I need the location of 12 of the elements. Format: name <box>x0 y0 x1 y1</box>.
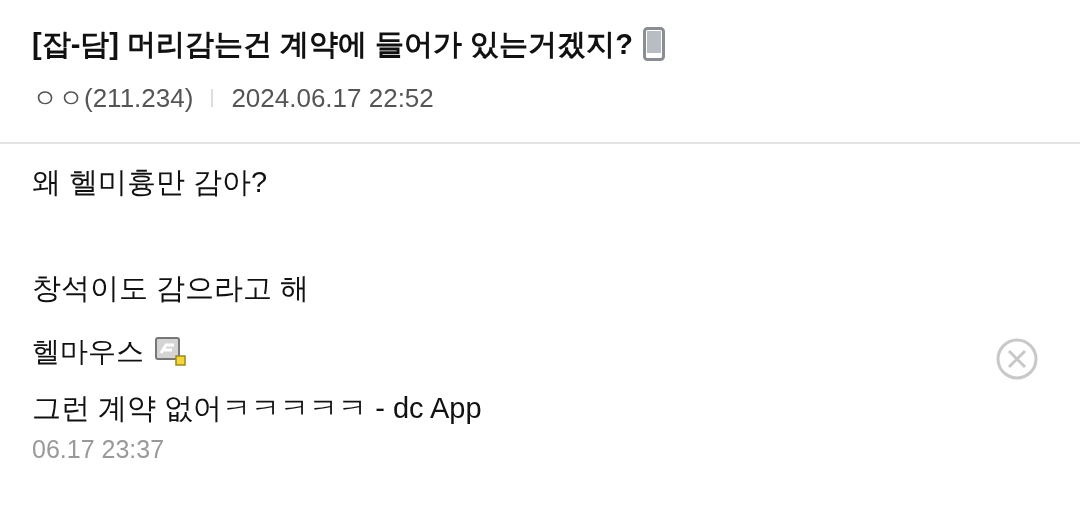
body-text: 창석이도 감으라고 해 <box>32 271 311 306</box>
delete-button[interactable] <box>996 338 1038 380</box>
comment-time: 06.17 23:37 <box>32 434 166 465</box>
post-title: [잡-담] 머리감는건 계약에 들어가 있는거겠지? <box>32 27 633 62</box>
author-name: ㅇㅇ(211.234) <box>32 82 194 115</box>
post-date: 2024.06.17 22:52 <box>231 82 434 115</box>
body-text: 왜 헬미흉만 감아? <box>32 165 269 200</box>
comment-author: 헬마우스 <box>32 335 144 369</box>
close-icon <box>996 338 1038 380</box>
phone-icon <box>642 27 665 61</box>
nickname-badge-icon <box>154 337 186 367</box>
comment-text: 그런 계약 없어ㅋㅋㅋㅋㅋ - dc App <box>32 391 483 426</box>
